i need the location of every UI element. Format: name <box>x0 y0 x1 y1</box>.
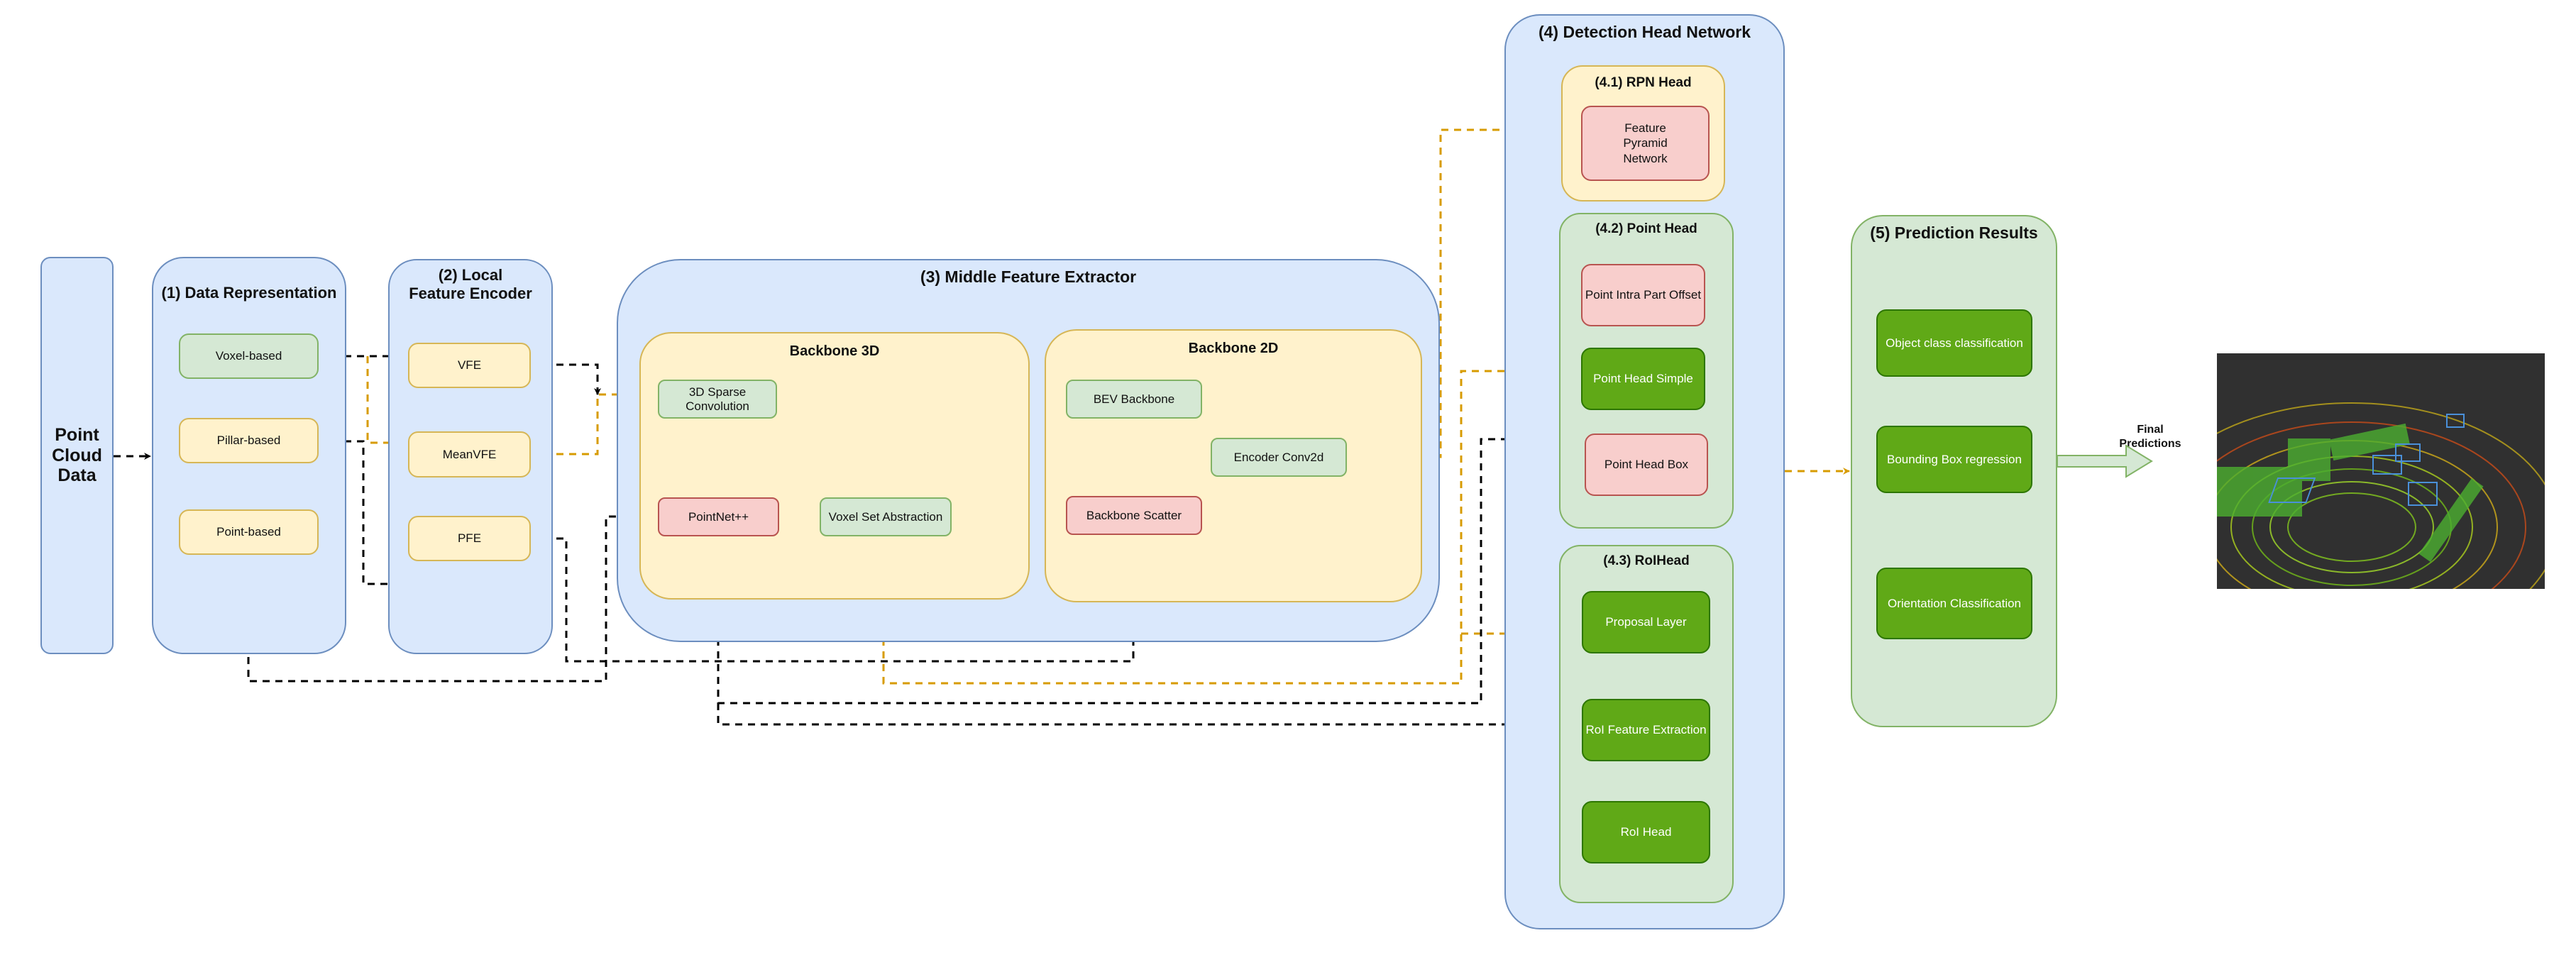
voxel-set-abstraction-node: Voxel Set Abstraction <box>820 497 952 536</box>
encoder-conv2d-node: Encoder Conv2d <box>1211 438 1347 477</box>
meanvfe-node: MeanVFE <box>408 431 531 478</box>
local-feature-encoder-title: (2) Local Feature Encoder <box>409 266 532 303</box>
backbone-scatter-node: Backbone Scatter <box>1066 496 1202 535</box>
point-intra-part-offset-node: Point Intra Part Offset <box>1581 264 1705 326</box>
roi-feature-extraction-node: RoI Feature Extraction <box>1582 699 1710 761</box>
backbone-3d-title: Backbone 3D <box>789 343 880 359</box>
final-predictions-arrow <box>2057 444 2153 478</box>
point-based-node: Point-based <box>179 509 319 555</box>
point-cloud-result-image <box>2217 353 2545 589</box>
point-cloud-data-label: Point Cloud Data <box>52 424 102 486</box>
voxel-based-node: Voxel-based <box>179 333 319 379</box>
orientation-classification-node: Orientation Classification <box>1876 568 2032 639</box>
point-head-simple-node: Point Head Simple <box>1581 348 1705 410</box>
sparse-conv-3d-node: 3D Sparse Convolution <box>658 380 777 419</box>
pillar-based-node: Pillar-based <box>179 418 319 463</box>
feature-pyramid-network-node: Feature Pyramid Network <box>1581 106 1710 181</box>
backbone-2d-title: Backbone 2D <box>1188 341 1279 356</box>
wire-pointnet-to-roife <box>717 703 1558 728</box>
prediction-results-title: (5) Prediction Results <box>1870 223 2038 242</box>
backbone-3d-group: Backbone 3D <box>639 332 1030 600</box>
bev-backbone-node: BEV Backbone <box>1066 380 1202 419</box>
roi-head-title: (4.3) RoIHead <box>1603 553 1690 568</box>
pointnet-plus-plus-node: PointNet++ <box>658 497 779 536</box>
data-representation-title: (1) Data Representation <box>161 284 337 302</box>
roi-head-node: RoI Head <box>1582 801 1710 863</box>
proposal-layer-node: Proposal Layer <box>1582 591 1710 653</box>
rpn-head-title: (4.1) RPN Head <box>1595 75 1692 90</box>
point-cloud-data-node: Point Cloud Data <box>40 257 114 654</box>
middle-feature-extractor-title: (3) Middle Feature Extractor <box>920 267 1137 286</box>
object-class-classification-node: Object class classification <box>1876 309 2032 377</box>
vfe-node: VFE <box>408 343 531 388</box>
point-head-title: (4.2) Point Head <box>1595 221 1697 236</box>
detection-head-network-title: (4) Detection Head Network <box>1538 23 1751 41</box>
pfe-node: PFE <box>408 516 531 561</box>
bounding-box-regression-node: Bounding Box regression <box>1876 426 2032 493</box>
lidar-scene-illustration <box>2217 353 2545 589</box>
point-head-box-node: Point Head Box <box>1585 434 1708 496</box>
